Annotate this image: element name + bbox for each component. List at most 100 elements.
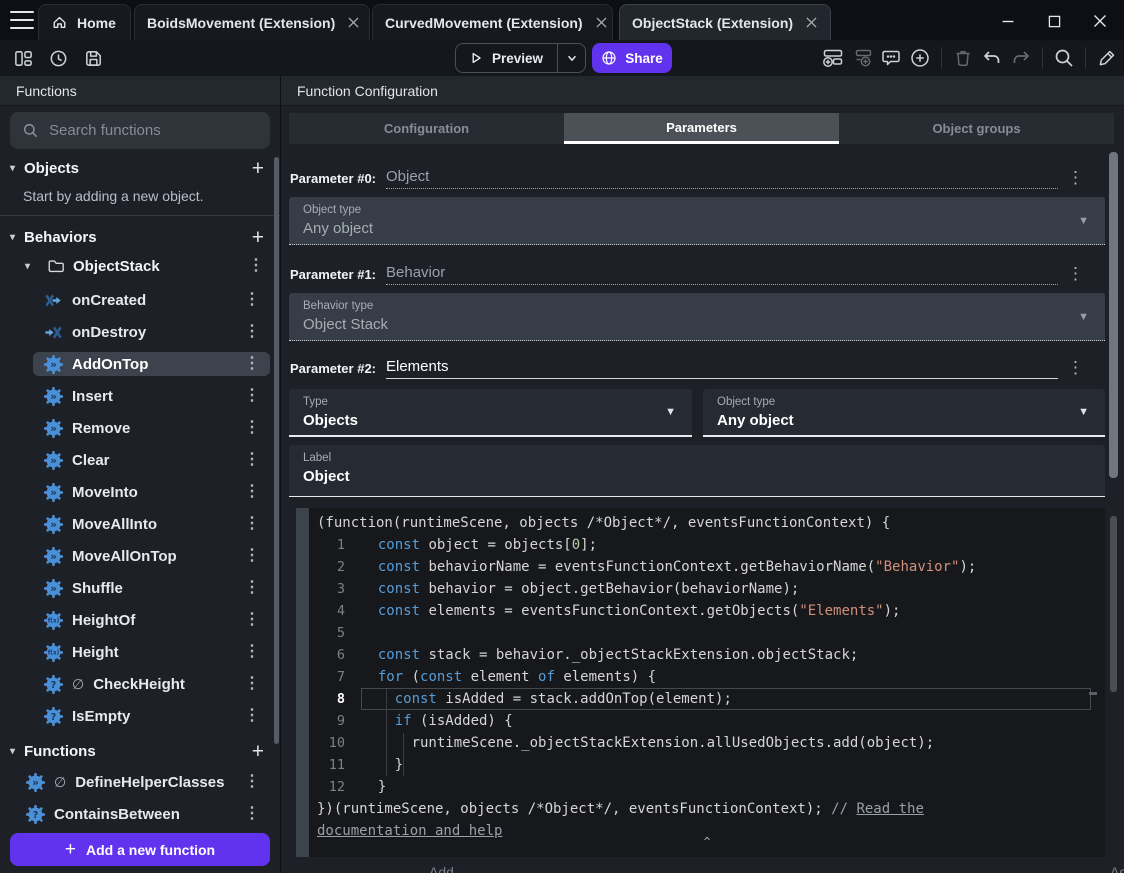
add-comment-icon[interactable] bbox=[880, 47, 902, 69]
function-item-remove[interactable]: »Remove⋮ bbox=[0, 416, 270, 440]
function-item-moveallinto[interactable]: »MoveAllInto⋮ bbox=[0, 512, 270, 536]
function-item-clear[interactable]: »Clear⋮ bbox=[0, 448, 270, 472]
code-line-12[interactable]: 12 } bbox=[309, 776, 1105, 798]
code-line-2[interactable]: 2 const behaviorName = eventsFunctionCon… bbox=[309, 556, 1105, 578]
search-icon[interactable] bbox=[1053, 47, 1075, 69]
choose-event-icon[interactable] bbox=[909, 47, 931, 69]
item-menu-button[interactable]: ⋮ bbox=[238, 644, 266, 660]
sidebar-scrollbar[interactable] bbox=[274, 157, 279, 744]
delete-icon[interactable] bbox=[952, 47, 974, 69]
edit-events-icon[interactable] bbox=[1096, 47, 1118, 69]
tab-object-groups[interactable]: Object groups bbox=[839, 113, 1114, 144]
search-input[interactable] bbox=[49, 122, 258, 139]
item-menu-button[interactable]: ⋮ bbox=[238, 292, 266, 308]
save-icon[interactable] bbox=[82, 47, 104, 69]
share-button[interactable]: Share bbox=[592, 43, 672, 73]
documentation-link[interactable]: documentation and help bbox=[317, 823, 502, 839]
function-item-addontop[interactable]: »AddOnTop⋮ bbox=[33, 352, 270, 376]
item-menu-button[interactable]: ⋮ bbox=[238, 708, 266, 724]
section-header-objects[interactable]: ▾Objects+ bbox=[0, 153, 280, 183]
close-window-button[interactable] bbox=[1088, 9, 1112, 33]
code-line-4[interactable]: 4 const elements = eventsFunctionContext… bbox=[309, 600, 1105, 622]
item-menu-button[interactable]: ⋮ bbox=[238, 324, 266, 340]
parameter-2-object-type-select[interactable]: Object type Any object ▼ bbox=[703, 389, 1105, 437]
preview-button[interactable]: Preview bbox=[455, 43, 586, 73]
maximize-button[interactable] bbox=[1042, 9, 1066, 33]
search-functions-box[interactable] bbox=[10, 112, 270, 149]
function-item-insert[interactable]: »Insert⋮ bbox=[0, 384, 270, 408]
function-item-oncreated[interactable]: onCreated⋮ bbox=[0, 288, 270, 312]
tab-curvedmovement[interactable]: CurvedMovement (Extension) bbox=[372, 4, 613, 40]
add-event-icon[interactable] bbox=[822, 47, 844, 69]
event-drag-handle[interactable] bbox=[296, 508, 309, 857]
minimize-button[interactable] bbox=[996, 9, 1020, 33]
item-menu-button[interactable]: ⋮ bbox=[238, 420, 266, 436]
item-menu-button[interactable]: ⋮ bbox=[238, 580, 266, 596]
tab-parameters[interactable]: Parameters bbox=[564, 113, 839, 144]
code-line-8[interactable]: 8 const isAdded = stack.addOnTop(element… bbox=[309, 688, 1105, 710]
add-icon[interactable]: + bbox=[252, 227, 264, 248]
documentation-link[interactable]: Read the bbox=[856, 801, 923, 817]
add-icon[interactable]: + bbox=[252, 158, 264, 179]
parameter-2-name-input[interactable]: Elements bbox=[386, 358, 1058, 379]
item-menu-button[interactable]: ⋮ bbox=[238, 806, 266, 822]
redo-icon[interactable] bbox=[1010, 47, 1032, 69]
parameter-2-menu-button[interactable]: ⋮ bbox=[1061, 356, 1090, 380]
add-subevent-icon[interactable] bbox=[851, 47, 873, 69]
item-menu-button[interactable]: ⋮ bbox=[238, 516, 266, 532]
section-header-functions[interactable]: ▾Functions+ bbox=[0, 736, 280, 766]
tab-boidsmovement[interactable]: BoidsMovement (Extension) bbox=[134, 4, 370, 40]
close-icon[interactable] bbox=[348, 17, 359, 28]
parameter-2-type-select[interactable]: Type Objects ▼ bbox=[289, 389, 692, 437]
function-item-shuffle[interactable]: »Shuffle⋮ bbox=[0, 576, 270, 600]
preview-options-button[interactable] bbox=[557, 44, 585, 72]
parameter-1-menu-button[interactable]: ⋮ bbox=[1061, 262, 1090, 286]
item-menu-button[interactable]: ⋮ bbox=[242, 258, 270, 274]
add-icon[interactable]: + bbox=[252, 741, 264, 762]
item-menu-button[interactable]: ⋮ bbox=[238, 484, 266, 500]
item-menu-button[interactable]: ⋮ bbox=[238, 612, 266, 628]
item-menu-button[interactable]: ⋮ bbox=[238, 774, 266, 790]
code-line-10[interactable]: 10 runtimeScene._objectStackExtension.al… bbox=[309, 732, 1105, 754]
item-menu-button[interactable]: ⋮ bbox=[238, 356, 266, 372]
undo-icon[interactable] bbox=[981, 47, 1003, 69]
parameter-2-label-input[interactable]: Label Object bbox=[289, 445, 1105, 497]
code-line-5[interactable]: 5 bbox=[309, 622, 1105, 644]
code-line-3[interactable]: 3 const behavior = object.getBehavior(be… bbox=[309, 578, 1105, 600]
close-icon[interactable] bbox=[806, 17, 817, 28]
history-icon[interactable] bbox=[47, 47, 69, 69]
item-menu-button[interactable]: ⋮ bbox=[238, 452, 266, 468]
add-new-function-button[interactable]: + Add a new function bbox=[10, 833, 270, 866]
item-menu-button[interactable]: ⋮ bbox=[238, 388, 266, 404]
function-item-moveinto[interactable]: »MoveInto⋮ bbox=[0, 480, 270, 504]
function-item-height[interactable]: f(x)Height⋮ bbox=[0, 640, 270, 664]
function-item-heightof[interactable]: f(x)HeightOf⋮ bbox=[0, 608, 270, 632]
function-item-ondestroy[interactable]: onDestroy⋮ bbox=[0, 320, 270, 344]
tab-configuration[interactable]: Configuration bbox=[289, 113, 564, 144]
main-scrollbar-thumb[interactable] bbox=[1109, 152, 1118, 478]
section-header-behaviors[interactable]: ▾Behaviors+ bbox=[0, 222, 280, 252]
function-item-definehelperclasses[interactable]: »∅DefineHelperClasses⋮ bbox=[0, 770, 270, 794]
function-item-checkheight[interactable]: ?∅CheckHeight⋮ bbox=[0, 672, 270, 696]
panels-layout-icon[interactable] bbox=[12, 47, 34, 69]
code-line-11[interactable]: 11 } bbox=[309, 754, 1105, 776]
function-item-isempty[interactable]: ?IsEmpty⋮ bbox=[0, 704, 270, 728]
item-menu-button[interactable]: ⋮ bbox=[238, 676, 266, 692]
code-editor[interactable]: (function(runtimeScene, objects /*Object… bbox=[309, 508, 1105, 857]
item-menu-button[interactable]: ⋮ bbox=[238, 548, 266, 564]
function-item-moveallontop[interactable]: »MoveAllOnTop⋮ bbox=[0, 544, 270, 568]
editor-scrollbar-thumb[interactable] bbox=[1110, 516, 1117, 692]
clipped-add-row-right[interactable]: Add... bbox=[1110, 864, 1124, 873]
close-icon[interactable] bbox=[596, 17, 607, 28]
code-line-7[interactable]: 7 for (const element of elements) { bbox=[309, 666, 1105, 688]
code-line-1[interactable]: 1 const object = objects[0]; bbox=[309, 534, 1105, 556]
tab-objectstack[interactable]: ObjectStack (Extension) bbox=[619, 4, 831, 40]
behavior-folder-objectstack[interactable]: ▾ObjectStack⋮ bbox=[0, 252, 280, 280]
code-line-9[interactable]: 9 if (isAdded) { bbox=[309, 710, 1105, 732]
function-item-containsbetween[interactable]: ?ContainsBetween⋮ bbox=[0, 802, 270, 826]
clipped-add-row-left[interactable]: Add... bbox=[429, 864, 466, 873]
hamburger-menu-icon[interactable] bbox=[10, 11, 34, 29]
code-line-6[interactable]: 6 const stack = behavior._objectStackExt… bbox=[309, 644, 1105, 666]
parameter-0-menu-button[interactable]: ⋮ bbox=[1061, 166, 1090, 190]
tab-home[interactable]: Home bbox=[38, 4, 131, 40]
